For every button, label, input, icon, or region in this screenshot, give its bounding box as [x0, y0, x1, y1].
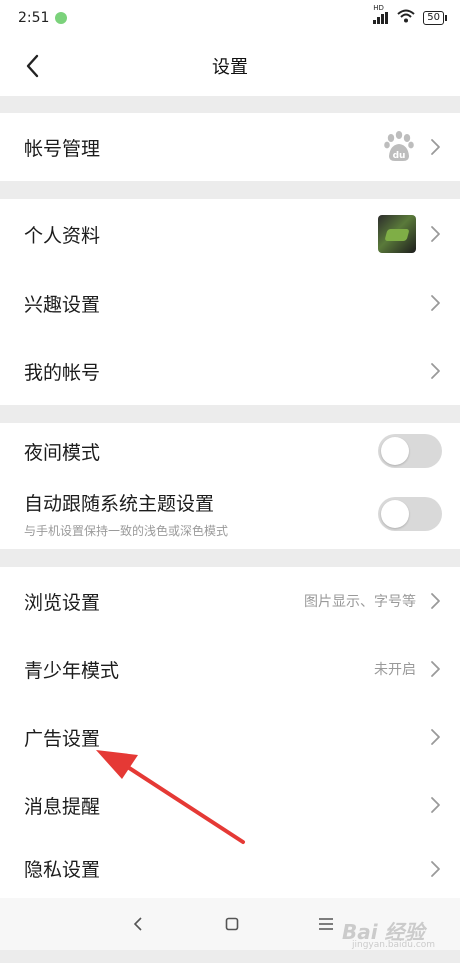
watermark-sub: jingyan.baidu.com	[352, 940, 436, 950]
youth-mode-label: 青少年模式	[24, 659, 120, 682]
chevron-right-icon	[431, 729, 440, 745]
watermark: Bai 经验 jingyan.baidu.com	[330, 908, 450, 954]
nav-back-icon	[133, 917, 142, 931]
chevron-right-icon	[431, 295, 440, 311]
account-management-label: 帐号管理	[24, 137, 101, 160]
privacy-settings-row[interactable]: 隐私设置	[0, 839, 460, 898]
profile-group: 个人资料 兴趣设置 我的帐号	[0, 199, 460, 405]
nav-home-icon	[225, 917, 239, 931]
privacy-settings-right	[430, 860, 442, 878]
follow-system-toggle[interactable]	[378, 497, 442, 531]
message-reminder-row[interactable]: 消息提醒	[0, 771, 460, 839]
wifi-icon	[397, 9, 415, 27]
message-reminder-right	[430, 796, 442, 814]
ad-settings-row[interactable]: 广告设置	[0, 703, 460, 771]
youth-mode-value: 未开启	[374, 662, 416, 678]
toggle-knob	[381, 500, 409, 528]
chevron-right-icon	[431, 860, 440, 877]
page-title: 设置	[212, 57, 248, 78]
status-left: 2:51	[18, 10, 68, 26]
youth-mode-row[interactable]: 青少年模式 未开启	[0, 635, 460, 703]
night-mode-row: 夜间模式	[0, 423, 460, 479]
chevron-right-icon	[431, 139, 440, 155]
status-time: 2:51	[18, 10, 50, 26]
privacy-settings-label: 隐私设置	[24, 859, 101, 881]
chevron-right-icon	[431, 661, 440, 677]
battery-indicator: 50	[423, 11, 447, 25]
notification-icon	[55, 12, 68, 24]
nav-home-button[interactable]	[220, 912, 244, 936]
youth-mode-right: 未开启	[374, 659, 442, 679]
chevron-right-icon	[431, 797, 440, 813]
browse-settings-label: 浏览设置	[24, 591, 101, 614]
my-account-right	[430, 362, 442, 380]
follow-system-label: 自动跟随系统主题设置	[24, 493, 215, 515]
night-mode-label: 夜间模式	[24, 441, 101, 464]
browse-settings-value: 图片显示、字号等	[304, 594, 416, 610]
display-group: 夜间模式 自动跟随系统主题设置 与手机设置保持一致的浅色或深色模式	[0, 423, 460, 549]
misc-group: 浏览设置 图片显示、字号等 青少年模式 未开启 广告设置 消息提醒 隐私设置	[0, 567, 460, 898]
ad-settings-right	[430, 728, 442, 746]
ad-settings-label: 广告设置	[24, 727, 101, 750]
chevron-right-icon	[431, 363, 440, 379]
follow-system-text: 自动跟随系统主题设置 与手机设置保持一致的浅色或深色模式	[24, 489, 228, 539]
browse-settings-row[interactable]: 浏览设置 图片显示、字号等	[0, 567, 460, 635]
personal-info-label: 个人资料	[24, 224, 101, 247]
account-right: du	[382, 130, 442, 164]
account-group: 帐号管理 du	[0, 113, 460, 181]
baidu-paw-icon: du	[384, 131, 414, 161]
follow-system-sublabel: 与手机设置保持一致的浅色或深色模式	[24, 524, 229, 538]
my-account-row[interactable]: 我的帐号	[0, 337, 460, 405]
profile-avatar	[378, 215, 416, 253]
my-account-label: 我的帐号	[24, 361, 101, 384]
title-bar: 设置	[0, 36, 460, 96]
message-reminder-label: 消息提醒	[24, 795, 101, 818]
toggle-knob	[381, 437, 409, 465]
back-button[interactable]	[18, 50, 46, 82]
nav-back-button[interactable]	[126, 912, 150, 936]
status-bar: 2:51 HD 50	[0, 0, 460, 36]
interest-settings-row[interactable]: 兴趣设置	[0, 269, 460, 337]
personal-info-right	[378, 215, 442, 253]
night-mode-toggle[interactable]	[378, 434, 442, 468]
status-right: HD 50	[373, 4, 447, 27]
svg-text:du: du	[393, 151, 406, 161]
signal-icon: HD	[373, 4, 389, 24]
interest-settings-right	[430, 294, 442, 312]
chevron-left-icon	[26, 54, 39, 78]
browse-settings-right: 图片显示、字号等	[304, 591, 442, 611]
chevron-right-icon	[431, 593, 440, 609]
personal-info-row[interactable]: 个人资料	[0, 199, 460, 269]
interest-settings-label: 兴趣设置	[24, 293, 101, 316]
chevron-right-icon	[431, 226, 440, 242]
network-label: HD	[373, 4, 384, 12]
follow-system-row: 自动跟随系统主题设置 与手机设置保持一致的浅色或深色模式	[0, 479, 460, 549]
account-management-row[interactable]: 帐号管理 du	[0, 113, 460, 181]
